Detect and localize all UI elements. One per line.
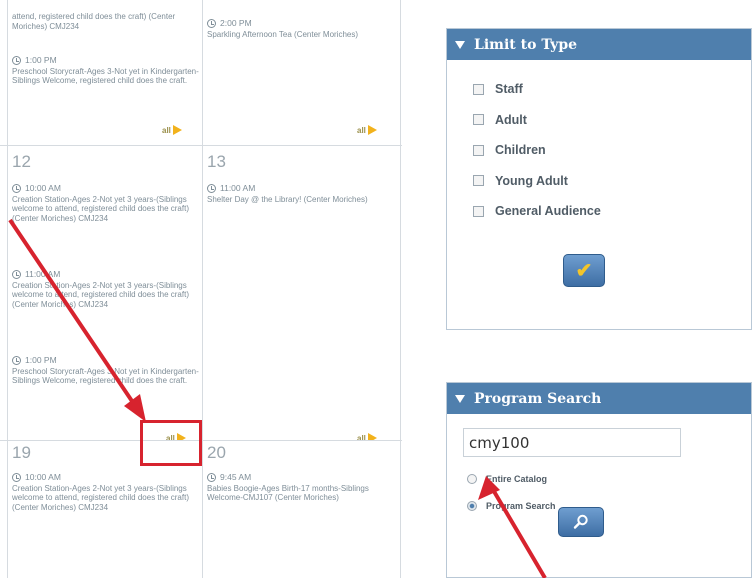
type-option-children[interactable]: Children xyxy=(473,135,751,166)
clock-icon xyxy=(12,270,21,280)
clock-icon xyxy=(207,473,216,483)
calendar-event[interactable]: 1:00 PM Preschool Storycraft-Ages 3-Not … xyxy=(12,355,202,386)
panel-title: Limit to Type xyxy=(474,36,578,53)
clock-icon xyxy=(12,356,21,366)
event-time: 11:00 AM xyxy=(25,269,61,279)
event-text: Babies Boogie-Ages Birth-17 months-Sibli… xyxy=(207,483,369,503)
checkbox[interactable] xyxy=(473,83,484,95)
event-time: 2:00 PM xyxy=(220,18,252,28)
event-text: Creation Station-Ages 2-Not yet 3 years-… xyxy=(12,194,189,223)
event-text: Creation Station-Ages 2-Not yet 3 years-… xyxy=(12,483,189,512)
event-time: 9:45 AM xyxy=(220,472,252,482)
checkbox[interactable] xyxy=(473,175,484,187)
day-number: 20 xyxy=(207,443,226,462)
day-number: 13 xyxy=(207,152,226,171)
calendar-cell: 2:00 PM Sparkling Afternoon Tea (Center … xyxy=(203,0,400,145)
event-text: Sparkling Afternoon Tea (Center Moriches… xyxy=(207,29,359,39)
search-button[interactable] xyxy=(558,507,604,537)
type-label: Adult xyxy=(495,112,527,127)
arrow-right-icon xyxy=(172,125,182,135)
radio-button[interactable] xyxy=(467,474,477,484)
clock-icon xyxy=(207,184,216,194)
calendar-event[interactable]: 10:00 AM Creation Station-Ages 2-Not yet… xyxy=(12,183,202,223)
clock-icon xyxy=(12,184,21,194)
radio-label: Program Search xyxy=(486,501,556,511)
arrow-right-icon xyxy=(367,433,377,440)
checkbox[interactable] xyxy=(473,205,484,217)
caret-down-icon[interactable] xyxy=(455,40,465,49)
calendar-event[interactable]: 10:00 AM Creation Station-Ages 2-Not yet… xyxy=(12,472,202,512)
all-label: all xyxy=(357,125,366,135)
clock-icon xyxy=(12,56,21,66)
calendar-event[interactable]: 9:45 AM Babies Boogie-Ages Birth-17 mont… xyxy=(207,472,397,503)
all-label: all xyxy=(162,125,171,135)
program-search-panel: Program Search Entire Catalog Program Se… xyxy=(446,382,752,578)
calendar-event[interactable]: 11:00 AM Creation Station-Ages 2-Not yet… xyxy=(12,269,202,309)
type-option-adult[interactable]: Adult xyxy=(473,105,751,136)
grid-line xyxy=(400,0,401,578)
panel-header[interactable]: Limit to Type xyxy=(447,29,751,60)
magnifier-icon xyxy=(573,514,588,529)
type-label: Young Adult xyxy=(495,173,568,188)
all-events-link[interactable]: all xyxy=(162,125,182,135)
event-text: Creation Station-Ages 2-Not yet 3 years-… xyxy=(12,280,189,309)
day-number: 12 xyxy=(12,152,31,171)
type-label: Staff xyxy=(495,82,523,97)
type-label: Children xyxy=(495,143,546,158)
event-time: 10:00 AM xyxy=(25,472,61,482)
event-time: 11:00 AM xyxy=(220,183,256,193)
program-search-input[interactable] xyxy=(463,428,681,457)
event-text: Preschool Storycraft-Ages 3-Not yet in K… xyxy=(12,366,199,386)
calendar-event[interactable]: 1:00 PM Preschool Storycraft-Ages 3-Not … xyxy=(12,55,202,86)
event-time: 1:00 PM xyxy=(25,355,57,365)
calendar-event[interactable]: attend, registered child does the craft)… xyxy=(12,12,202,31)
clock-icon xyxy=(207,19,216,29)
calendar-cell: 13 11:00 AM Shelter Day @ the Library! (… xyxy=(203,146,400,440)
radio-program-search[interactable]: Program Search xyxy=(467,501,556,511)
limit-to-type-panel: Limit to Type Staff Adult Children Young… xyxy=(446,28,752,330)
radio-entire-catalog[interactable]: Entire Catalog xyxy=(467,474,547,484)
panel-header[interactable]: Program Search xyxy=(447,383,751,414)
calendar-event[interactable]: 2:00 PM Sparkling Afternoon Tea (Center … xyxy=(207,18,397,39)
clock-icon xyxy=(12,473,21,483)
type-option-staff[interactable]: Staff xyxy=(473,74,751,105)
day-number: 19 xyxy=(12,443,31,462)
radio-label: Entire Catalog xyxy=(486,474,548,484)
calendar-event[interactable]: 11:00 AM Shelter Day @ the Library! (Cen… xyxy=(207,183,397,204)
event-text: attend, registered child does the craft)… xyxy=(12,12,176,31)
panel-title: Program Search xyxy=(474,390,602,407)
calendar-cell: 20 9:45 AM Babies Boogie-Ages Birth-17 m… xyxy=(203,441,400,578)
type-option-young-adult[interactable]: Young Adult xyxy=(473,166,751,197)
radio-button[interactable] xyxy=(467,501,477,511)
type-option-general-audience[interactable]: General Audience xyxy=(473,196,751,227)
all-events-link[interactable]: all xyxy=(357,433,377,440)
checkmark-icon: ✔ xyxy=(575,260,593,282)
all-events-link[interactable]: all xyxy=(357,125,377,135)
checkbox[interactable] xyxy=(473,144,484,156)
caret-down-icon[interactable] xyxy=(455,394,465,403)
apply-filter-button[interactable]: ✔ xyxy=(563,254,605,287)
type-label: General Audience xyxy=(495,204,601,219)
annotation-highlight-box xyxy=(140,420,202,466)
all-label: all xyxy=(357,433,366,441)
arrow-right-icon xyxy=(367,125,377,135)
event-text: Preschool Storycraft-Ages 3-Not yet in K… xyxy=(12,66,199,86)
calendar-cell: 12 10:00 AM Creation Station-Ages 2-Not … xyxy=(8,146,202,440)
checkbox[interactable] xyxy=(473,114,484,126)
type-filter-list: Staff Adult Children Young Adult General… xyxy=(447,60,751,227)
event-text: Shelter Day @ the Library! (Center Moric… xyxy=(207,194,368,204)
calendar-cell: attend, registered child does the craft)… xyxy=(8,0,202,145)
event-time: 10:00 AM xyxy=(25,183,61,193)
event-time: 1:00 PM xyxy=(25,55,57,65)
calendar-grid: attend, registered child does the craft)… xyxy=(0,0,402,578)
